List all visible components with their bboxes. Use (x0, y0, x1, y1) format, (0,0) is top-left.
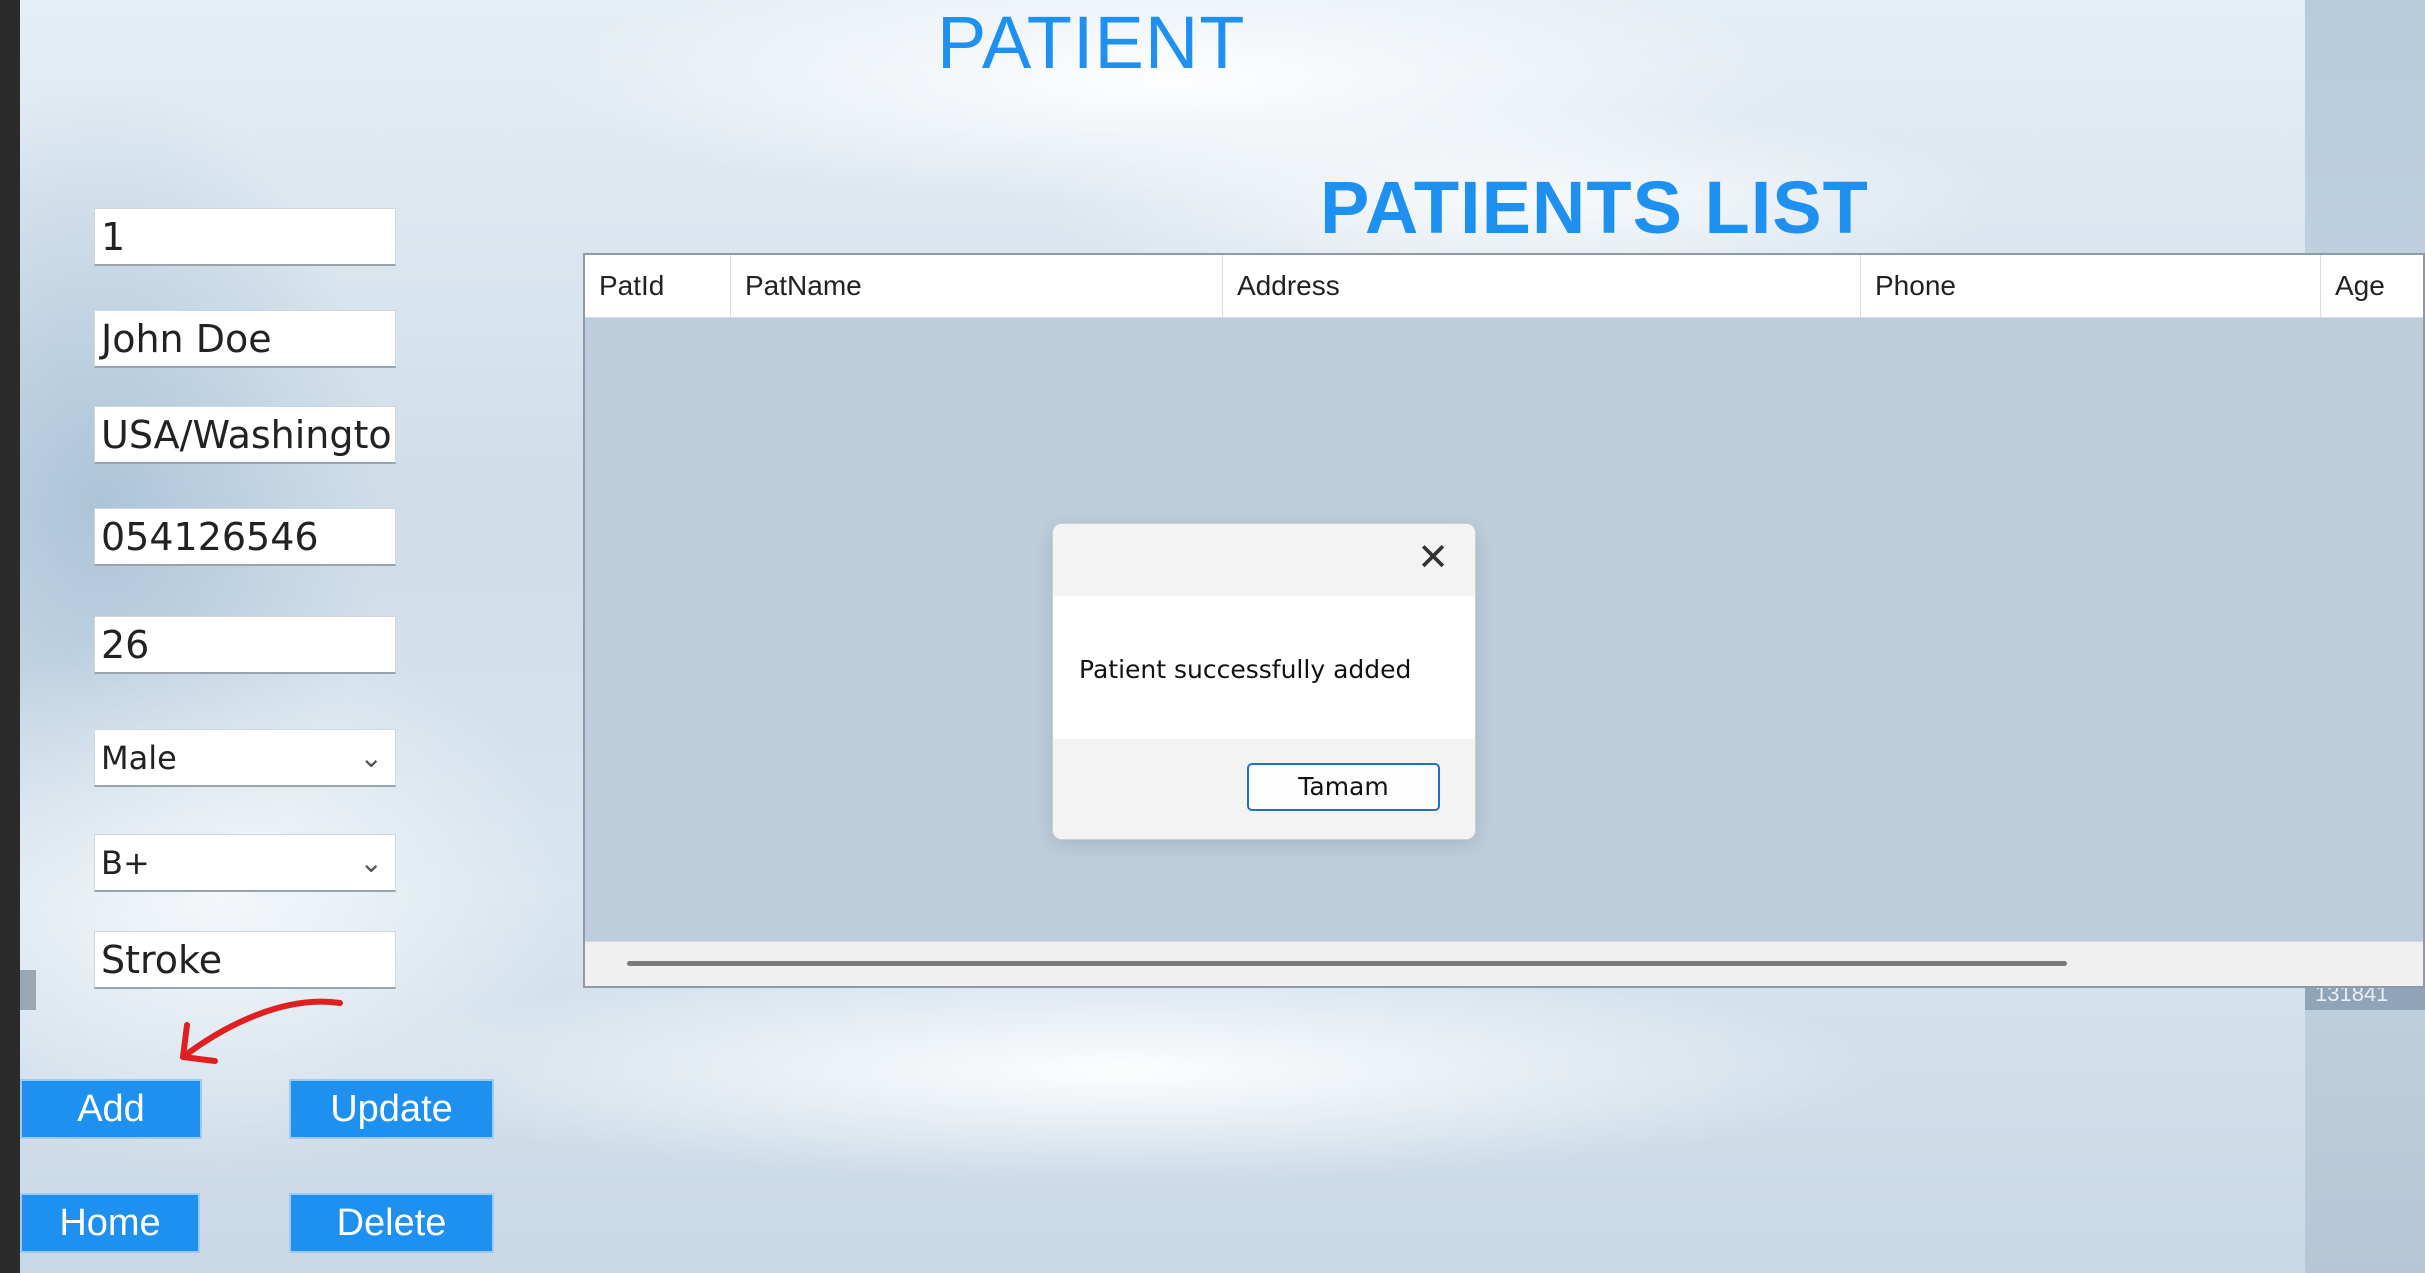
chevron-down-icon: ⌄ (359, 846, 383, 879)
ok-button[interactable]: Tamam (1247, 763, 1440, 811)
chevron-down-icon: ⌄ (359, 741, 383, 774)
scrollbar-thumb[interactable] (627, 961, 2067, 966)
close-icon[interactable]: ✕ (1413, 538, 1453, 578)
red-arrow-annotation (180, 998, 343, 1064)
blood-group-select-value: B+ (101, 844, 150, 882)
dialog-message: Patient successfully added (1079, 655, 1412, 684)
page-title: PATIENT (937, 1, 1246, 84)
patient-address-input[interactable]: USA/Washingto (94, 406, 396, 464)
column-header-phone[interactable]: Phone (1861, 255, 2321, 317)
dialog-titlebar: ✕ (1053, 524, 1475, 596)
delete-button[interactable]: Delete (289, 1193, 494, 1253)
home-button[interactable]: Home (20, 1193, 200, 1253)
column-header-patname[interactable]: PatName (731, 255, 1223, 317)
column-header-patid[interactable]: PatId (585, 255, 731, 317)
column-header-address[interactable]: Address (1223, 255, 1861, 317)
patient-name-input[interactable]: John Doe (94, 310, 396, 368)
horizontal-scrollbar[interactable] (585, 941, 2423, 986)
patients-list-title: PATIENTS LIST (1320, 166, 1869, 249)
gender-select-value: Male (101, 739, 177, 777)
patient-age-input[interactable]: 26 (94, 616, 396, 674)
patient-gender-select[interactable]: Male ⌄ (94, 729, 396, 787)
dialog-footer: Tamam (1053, 739, 1475, 839)
update-button[interactable]: Update (289, 1079, 494, 1139)
patient-disease-input[interactable]: Stroke (94, 931, 396, 989)
grid-header: PatId PatName Address Phone Age (585, 255, 2423, 318)
message-dialog: ✕ Patient successfully added Tamam (1052, 523, 1476, 840)
add-button[interactable]: Add (20, 1079, 202, 1139)
patient-id-input[interactable]: 1 (94, 208, 396, 266)
patient-phone-input[interactable]: 054126546 (94, 508, 396, 566)
patient-blood-group-select[interactable]: B+ ⌄ (94, 834, 396, 892)
patients-grid[interactable]: PatId PatName Address Phone Age (583, 253, 2425, 988)
background-panel-left (20, 970, 36, 1010)
column-header-age[interactable]: Age (2321, 255, 2425, 317)
